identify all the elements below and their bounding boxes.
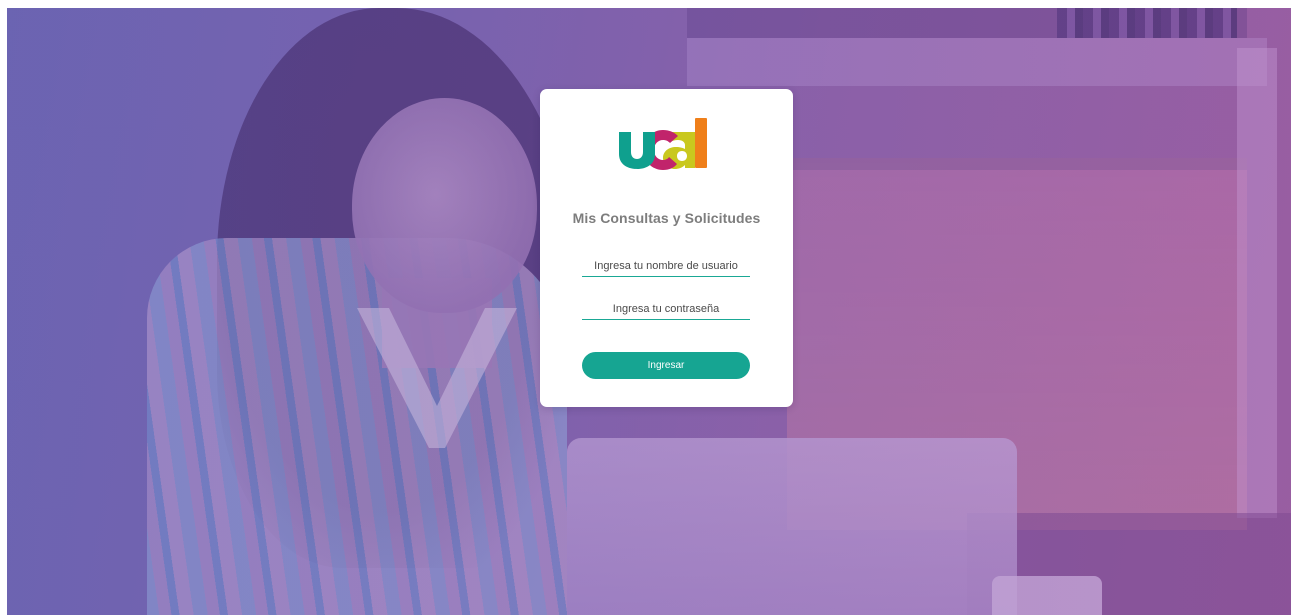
login-card: ucal Mis Consultas y Solicitudes Ingresa…	[540, 89, 793, 407]
logo-letter-l	[695, 118, 707, 168]
username-input[interactable]	[582, 256, 750, 277]
ucal-logo: ucal	[619, 118, 707, 170]
logo-text: ucal	[619, 118, 622, 119]
logo-letter-u	[619, 132, 655, 169]
login-button[interactable]: Ingresar	[582, 352, 750, 379]
page-title: Mis Consultas y Solicitudes	[572, 210, 761, 226]
password-input[interactable]	[582, 299, 750, 320]
